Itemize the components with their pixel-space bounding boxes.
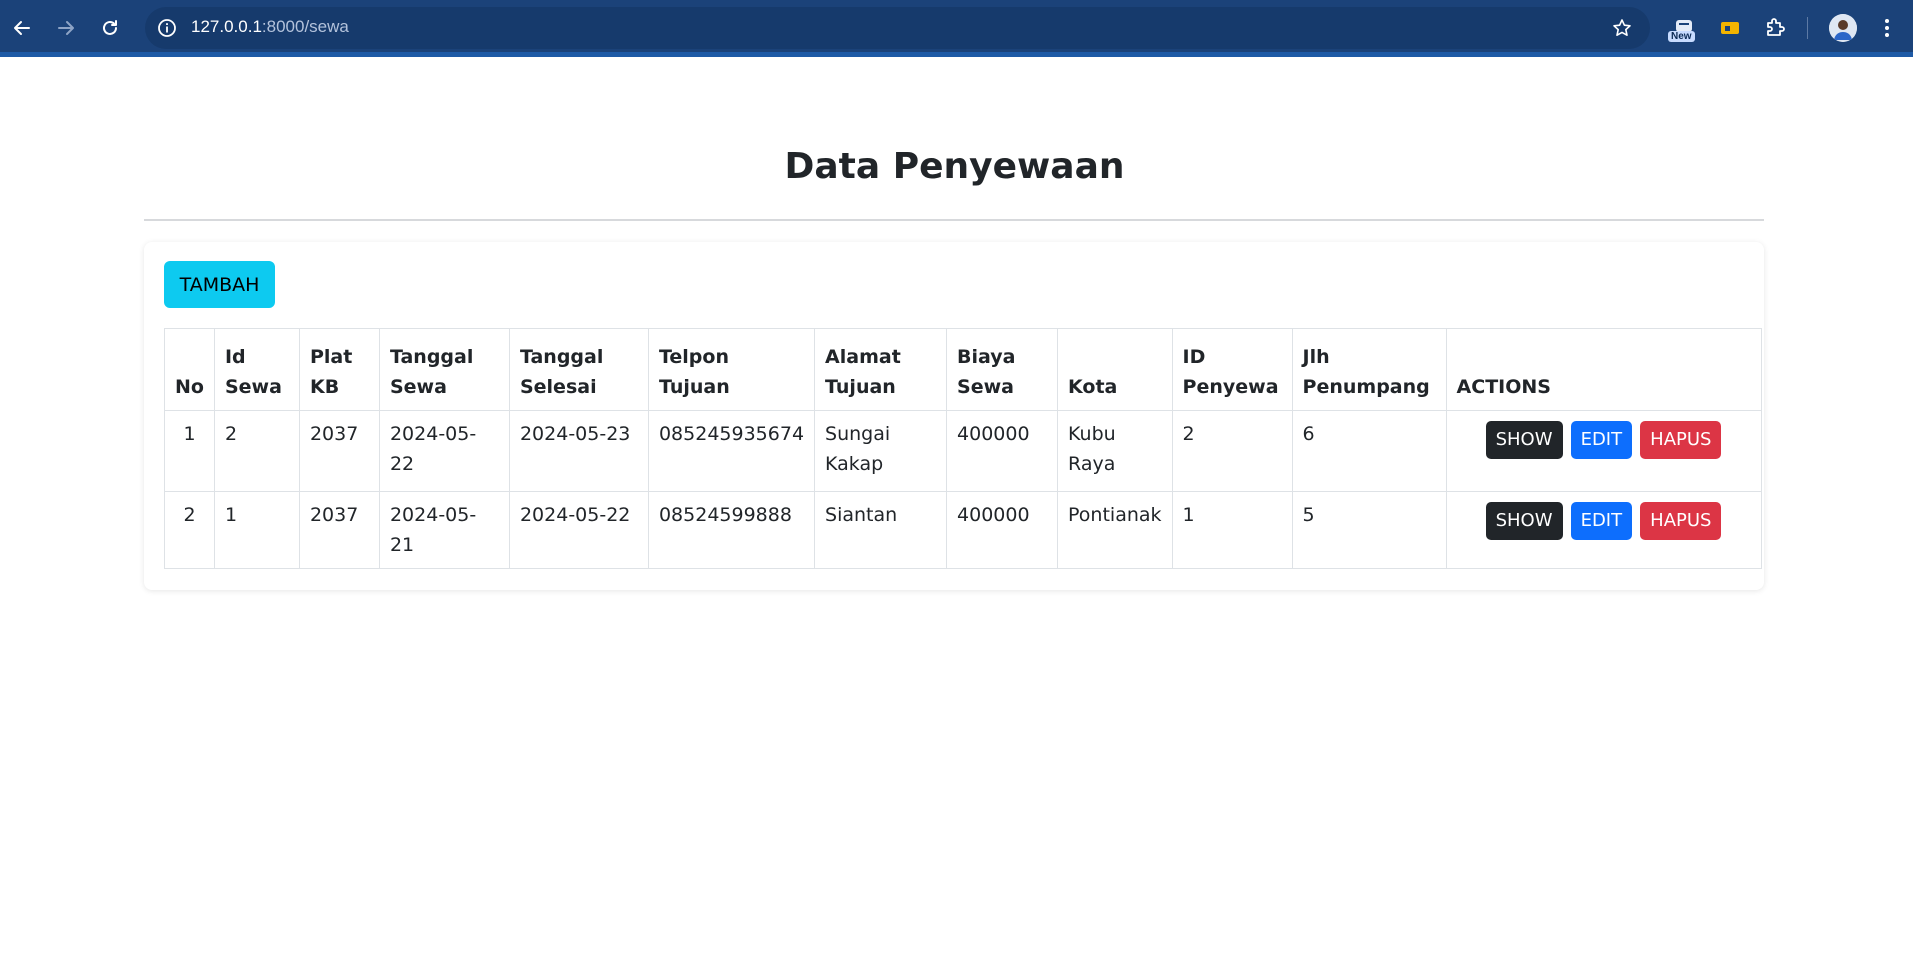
header-tanggal-selesai: Tanggal Selesai	[508, 328, 649, 411]
header-alamat-tujuan: Alamat Tujuan	[814, 328, 948, 411]
header-kota: Kota	[1057, 328, 1173, 411]
table-row: 1 2 2037 2024-05-22 2024-05-23 085245935…	[164, 410, 1762, 492]
header-id-penyewa: ID Penyewa	[1171, 328, 1293, 411]
site-info-icon[interactable]	[155, 16, 179, 40]
toolbar-separator	[1807, 17, 1808, 39]
show-button[interactable]: SHOW	[1485, 502, 1563, 540]
content-card: TAMBAH No Id Sewa Plat KB Tanggal Sewa Tang…	[144, 242, 1764, 590]
header-actions: ACTIONS	[1445, 328, 1762, 411]
hapus-button[interactable]: HAPUS	[1640, 502, 1722, 540]
url-path: :8000/sewa	[261, 17, 349, 36]
new-feature-icon[interactable]: New	[1668, 12, 1700, 44]
header-telpon-tujuan: Telpon Tujuan	[647, 328, 816, 411]
extension-icon[interactable]	[1714, 12, 1746, 44]
forward-icon[interactable]	[48, 10, 84, 46]
page-title: Data Penyewaan	[784, 146, 1125, 187]
header-id-sewa: Id Sewa	[213, 328, 300, 411]
back-icon[interactable]	[4, 10, 40, 46]
cell-tanggal-selesai: 2024-05-23	[508, 410, 649, 492]
cell-jlh-penumpang: 5	[1291, 491, 1447, 569]
url-host: 127.0.0.1	[191, 17, 262, 36]
cell-actions: SHOW EDIT HAPUS	[1445, 491, 1762, 569]
cell-no: 1	[164, 410, 215, 492]
url-text[interactable]: 127.0.0.1:8000/sewa	[191, 17, 349, 37]
bookmark-star-icon[interactable]	[1610, 16, 1634, 40]
tambah-button[interactable]: TAMBAH	[164, 261, 275, 308]
cell-plat: 2037	[298, 410, 380, 492]
cell-alamat: Sungai Kakap	[814, 410, 948, 492]
table-header-row: No Id Sewa Plat KB Tanggal Sewa Tanggal Sele…	[164, 328, 1762, 411]
cell-tanggal-selesai: 2024-05-22	[508, 491, 649, 569]
cell-actions: SHOW EDIT HAPUS	[1445, 410, 1762, 492]
cell-no: 2	[164, 491, 215, 569]
table-row: 2 1 2037 2024-05-21 2024-05-22 085245998…	[164, 491, 1762, 569]
cell-tanggal-sewa: 2024-05-21	[378, 491, 510, 569]
cell-plat: 2037	[298, 491, 380, 569]
cell-id-sewa: 1	[213, 491, 300, 569]
kebab-menu-icon[interactable]	[1869, 10, 1905, 46]
reload-icon[interactable]	[92, 10, 128, 46]
header-jlh-penumpang: Jlh Penumpang	[1291, 328, 1447, 411]
cell-id-penyewa: 2	[1171, 410, 1293, 492]
show-button[interactable]: SHOW	[1485, 421, 1563, 459]
cell-biaya: 400000	[946, 410, 1059, 492]
cell-biaya: 400000	[946, 491, 1059, 569]
hapus-button[interactable]: HAPUS	[1640, 421, 1722, 459]
puzzle-extensions-icon[interactable]	[1759, 12, 1791, 44]
edit-button[interactable]: EDIT	[1570, 421, 1633, 459]
cell-alamat: Siantan	[814, 491, 948, 569]
cell-kota: Kubu Raya	[1057, 410, 1173, 492]
address-bar[interactable]: 127.0.0.1:8000/sewa	[145, 7, 1650, 49]
new-badge: New	[1668, 31, 1695, 42]
cell-kota: Pontianak	[1057, 491, 1173, 569]
sewa-table: No Id Sewa Plat KB Tanggal Sewa Tanggal Sele…	[164, 328, 1762, 569]
header-biaya-sewa: Biaya Sewa	[946, 328, 1059, 411]
header-plat-kb: Plat KB	[298, 328, 380, 411]
edit-button[interactable]: EDIT	[1570, 502, 1633, 540]
profile-avatar[interactable]	[1829, 14, 1857, 42]
cell-jlh-penumpang: 6	[1291, 410, 1447, 492]
cell-telpon: 08524599888	[647, 491, 816, 569]
header-no: No	[164, 328, 215, 411]
cell-tanggal-sewa: 2024-05-22	[378, 410, 510, 492]
header-tanggal-sewa: Tanggal Sewa	[378, 328, 510, 411]
title-divider	[144, 219, 1764, 221]
cell-id-sewa: 2	[213, 410, 300, 492]
browser-toolbar: 127.0.0.1:8000/sewa New	[0, 0, 1913, 57]
cell-telpon: 085245935674	[647, 410, 816, 492]
cell-id-penyewa: 1	[1171, 491, 1293, 569]
